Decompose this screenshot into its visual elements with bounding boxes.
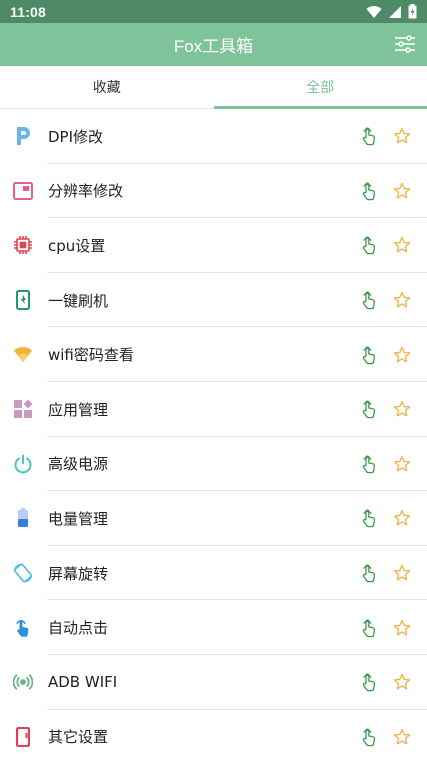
list-item[interactable]: 应用管理 (0, 382, 427, 437)
tap-hand-icon (362, 728, 376, 747)
star-outline-icon (393, 728, 411, 745)
apps-grid-icon (13, 399, 33, 419)
status-icons (366, 4, 417, 19)
tap-hand-icon (362, 455, 376, 474)
favorite-star-button[interactable] (390, 506, 414, 530)
list-item[interactable]: 屏幕旋转 (0, 546, 427, 601)
tab-all[interactable]: 全部 (213, 66, 427, 109)
star-outline-icon (393, 619, 411, 636)
tap-gesture-button[interactable] (357, 452, 381, 476)
favorite-star-button[interactable] (390, 124, 414, 148)
list-item-label: ADB WIFI (48, 673, 118, 692)
tap-gesture-button[interactable] (357, 561, 381, 585)
resolution-icon (13, 181, 33, 201)
favorite-star-button[interactable] (390, 452, 414, 476)
tap-gesture-button[interactable] (357, 179, 381, 203)
star-outline-icon (393, 510, 411, 526)
tab-bar: 收藏 全部 (0, 66, 427, 109)
star-outline-icon (393, 346, 411, 363)
list-item-label: 其它设置 (48, 728, 109, 747)
star-outline-icon (393, 237, 411, 253)
tap-hand-icon (362, 237, 376, 255)
list-item[interactable]: 一键刷机 (0, 273, 427, 328)
filter-settings-button[interactable] (393, 32, 417, 56)
tap-hand-icon (362, 291, 376, 310)
tap-gesture-button[interactable] (357, 506, 381, 530)
list-item[interactable]: DPI修改 (0, 109, 427, 164)
list-item-label: DPI修改 (48, 127, 104, 146)
tap-gesture-button[interactable] (357, 397, 381, 421)
list-item[interactable]: 电量管理 (0, 491, 427, 546)
app-bar: Fox工具箱 (0, 23, 427, 66)
star-outline-icon (393, 401, 411, 417)
app-title: Fox工具箱 (173, 37, 254, 56)
tap-hand-icon (362, 564, 376, 583)
other-settings-icon (13, 726, 33, 747)
list-item-label: 应用管理 (48, 400, 109, 419)
tap-hand-icon (362, 673, 376, 692)
tap-hand-icon (362, 619, 376, 637)
list-item-label: 屏幕旋转 (48, 564, 109, 583)
tab-favorites[interactable]: 收藏 (0, 66, 214, 108)
dpi-p-icon (13, 126, 33, 146)
star-outline-icon (393, 182, 411, 199)
tap-gesture-button[interactable] (357, 233, 381, 257)
phone-flash-icon (13, 290, 33, 311)
favorite-star-button[interactable] (390, 288, 414, 312)
tap-gesture-button[interactable] (357, 124, 381, 148)
power-icon (13, 454, 33, 474)
list-item[interactable]: 自动点击 (0, 600, 427, 655)
tap-gesture-button[interactable] (357, 616, 381, 640)
tap-gesture-button[interactable] (357, 288, 381, 312)
tap-gesture-button[interactable] (357, 670, 381, 694)
list-item[interactable]: 分辨率修改 (0, 164, 427, 219)
screen-rotation-icon (13, 563, 33, 583)
tap-gesture-button[interactable] (357, 725, 381, 749)
tool-list: DPI修改 分辨率修改 cpu设置 一键刷机 wifi密码查看 应用管理 高级电… (0, 109, 427, 759)
favorite-star-button[interactable] (390, 561, 414, 585)
favorite-star-button[interactable] (390, 343, 414, 367)
list-item-label: wifi密码查看 (48, 346, 134, 365)
cpu-chip-icon (13, 235, 33, 255)
list-item[interactable]: 高级电源 (0, 437, 427, 492)
list-item[interactable]: ADB WIFI (0, 655, 427, 710)
tap-hand-icon (362, 182, 376, 201)
battery-status-icon (408, 4, 417, 19)
wifi-signal-icon (366, 5, 382, 18)
auto-tap-icon (13, 618, 33, 638)
status-bar: 11:08 (0, 0, 427, 23)
star-outline-icon (393, 674, 411, 690)
list-item-label: 自动点击 (48, 619, 109, 638)
tap-hand-icon (362, 400, 376, 419)
list-item-label: cpu设置 (48, 236, 106, 255)
star-outline-icon (393, 455, 411, 472)
adb-wifi-icon (13, 672, 33, 692)
star-outline-icon (393, 564, 411, 581)
list-item-label: 电量管理 (48, 509, 109, 528)
favorite-star-button[interactable] (390, 397, 414, 421)
list-item-label: 一键刷机 (48, 291, 109, 310)
tap-hand-icon (362, 346, 376, 364)
favorite-star-button[interactable] (390, 616, 414, 640)
tap-gesture-button[interactable] (357, 343, 381, 367)
status-time: 11:08 (10, 3, 47, 20)
list-item[interactable]: 其它设置 (0, 710, 427, 759)
list-item[interactable]: cpu设置 (0, 218, 427, 273)
list-item-label: 分辨率修改 (48, 182, 124, 201)
list-item-label: 高级电源 (48, 455, 109, 474)
cell-signal-icon (389, 5, 401, 18)
star-outline-icon (393, 291, 411, 308)
favorite-star-button[interactable] (390, 233, 414, 257)
battery-icon (13, 508, 33, 528)
sliders-icon (395, 35, 415, 53)
list-item[interactable]: wifi密码查看 (0, 327, 427, 382)
star-outline-icon (393, 128, 411, 144)
favorite-star-button[interactable] (390, 179, 414, 203)
wifi-icon (13, 345, 33, 365)
tap-hand-icon (362, 127, 376, 146)
favorite-star-button[interactable] (390, 725, 414, 749)
tap-hand-icon (362, 509, 376, 528)
favorite-star-button[interactable] (390, 670, 414, 694)
